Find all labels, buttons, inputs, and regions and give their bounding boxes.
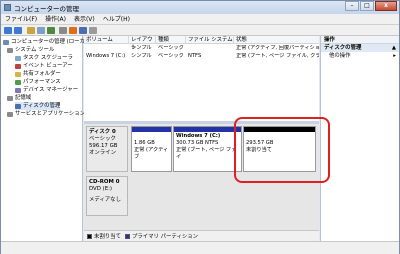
volume-name: Windows 7 (C:) — [86, 53, 126, 59]
col-layout[interactable]: レイアウト — [129, 36, 156, 51]
collapse-icon: ▲ — [391, 45, 396, 51]
back-icon[interactable] — [4, 27, 12, 34]
shared-folder-icon — [15, 71, 21, 77]
scheduler-icon — [15, 55, 21, 61]
services-icon — [7, 111, 13, 117]
submenu-arrow-icon: ▸ — [393, 53, 396, 59]
close-button[interactable]: x — [375, 1, 397, 11]
volume-status: 正常 (アクティブ, 回復パーティション) — [236, 45, 319, 51]
legend-primary: プライマリ パーティション — [124, 232, 198, 240]
menu-bar: ファイル(F) 操作(A) 表示(V) ヘルプ(H) — [1, 14, 399, 25]
delete-icon[interactable] — [69, 27, 77, 34]
volume-row[interactable]: シンプル ベーシック 正常 (アクティブ, 回復パーティション) — [84, 45, 319, 52]
computer-icon — [3, 39, 9, 45]
highlight-annotation — [234, 117, 330, 183]
col-status[interactable]: 状態 — [234, 36, 319, 44]
menu-action[interactable]: 操作(A) — [41, 14, 70, 24]
partition-size: 300.73 GB NTFS — [176, 140, 219, 146]
tree-device-manager[interactable]: デバイス マネージャー — [15, 86, 78, 94]
actions-header: 操作 — [321, 36, 399, 44]
partition-status: 正常 (アクティブ — [134, 147, 169, 160]
disk-type: ベーシック — [89, 136, 116, 142]
col-filesystem[interactable]: ファイル システム — [186, 36, 234, 44]
disk-size: 596.17 GB — [89, 143, 118, 149]
legend: 未割り当て プライマリ パーティション — [84, 230, 319, 241]
volume-row[interactable]: Windows 7 (C:) シンプル ベーシック NTFS 正常 (ブート, … — [84, 53, 319, 60]
legend-unallocated: 未割り当て — [87, 232, 121, 240]
minimize-button[interactable]: – — [345, 1, 359, 11]
partition-status: 正常 (ブート, ページ ファイ — [176, 147, 237, 160]
disk-management-icon — [15, 103, 21, 109]
tree-task-scheduler[interactable]: タスク スケジューラ — [15, 54, 73, 62]
tree-storage[interactable]: 記憶域 — [7, 94, 31, 102]
volume-layout: シンプル — [131, 53, 152, 59]
tree-event-viewer[interactable]: イベント ビューアー — [15, 62, 73, 70]
volume-filesystem: NTFS — [188, 53, 202, 59]
help-icon[interactable] — [47, 27, 55, 34]
partition-size: 1.86 GB — [134, 140, 155, 146]
tree-shared-folders[interactable]: 共有フォルダー — [15, 70, 61, 78]
disk-0-label[interactable]: ディスク 0 ベーシック 596.17 GB オンライン — [86, 126, 128, 172]
list-icon[interactable] — [59, 27, 67, 34]
title-bar: コンピューターの管理 – □ x — [1, 1, 399, 14]
partition-windows[interactable]: Windows 7 (C:) 300.73 GB NTFS 正常 (ブート, ペ… — [173, 126, 242, 172]
properties-icon[interactable] — [37, 27, 45, 34]
device-icon — [15, 87, 21, 93]
menu-file[interactable]: ファイル(F) — [1, 14, 41, 24]
volume-filesystem — [186, 45, 234, 52]
tools-icon — [7, 47, 13, 53]
app-window: コンピューターの管理 – □ x ファイル(F) 操作(A) 表示(V) ヘルプ… — [0, 0, 400, 254]
volume-layout: シンプル — [131, 45, 152, 51]
unallocated-swatch — [87, 234, 92, 239]
volume-list-header: ボリューム レイアウト 種類 ファイル システム 状態 — [84, 36, 319, 51]
actions-section[interactable]: ディスクの管理 ▲ — [321, 44, 399, 52]
tree-disk-management[interactable]: ディスクの管理 — [15, 102, 61, 110]
primary-swatch — [124, 234, 130, 239]
action-more[interactable]: 他の操作 ▸ — [321, 52, 399, 60]
col-type[interactable]: 種類 — [156, 36, 186, 44]
disk-name: CD-ROM 0 — [89, 179, 120, 185]
disk-icon[interactable] — [79, 27, 87, 34]
col-volume[interactable]: ボリューム — [84, 36, 129, 44]
menu-help[interactable]: ヘルプ(H) — [99, 14, 134, 24]
tree-system-tools[interactable]: システム ツール — [7, 46, 54, 54]
disk-status: オンライン — [89, 150, 116, 156]
volume-name — [84, 45, 129, 52]
grid-icon[interactable] — [89, 27, 97, 34]
performance-icon — [15, 79, 21, 85]
menu-view[interactable]: 表示(V) — [70, 14, 99, 24]
status-bar — [1, 241, 399, 254]
maximize-button[interactable]: □ — [360, 1, 374, 11]
toolbar — [1, 25, 399, 36]
navigation-tree: コンピューターの管理 (ローカル) システム ツール タスク スケジューラ イベ… — [1, 36, 92, 241]
folder-icon[interactable] — [27, 27, 35, 34]
storage-icon — [7, 95, 13, 101]
partition-title: Windows 7 (C:) — [176, 133, 221, 139]
disk-status: メディアなし — [89, 197, 121, 203]
tree-root[interactable]: コンピューターの管理 (ローカル) — [3, 38, 92, 46]
window-title: コンピューターの管理 — [14, 5, 79, 13]
tree-services-apps[interactable]: サービスとアプリケーション — [7, 110, 85, 118]
event-icon — [15, 63, 21, 69]
disk-name: ディスク 0 — [89, 129, 116, 135]
volume-type: ベーシック — [158, 45, 184, 51]
tree-performance[interactable]: パフォーマンス — [15, 78, 61, 86]
volume-status: 正常 (ブート, ページ ファイル, クラッシュ — [236, 53, 319, 59]
actions-pane: 操作 ディスクの管理 ▲ 他の操作 ▸ — [320, 36, 399, 241]
disk-type: DVD (E:) — [89, 186, 113, 192]
cdrom-0-label[interactable]: CD-ROM 0 DVD (E:) メディアなし — [86, 176, 128, 216]
partition-recovery[interactable]: 1.86 GB 正常 (アクティブ — [131, 126, 172, 172]
forward-icon[interactable] — [14, 27, 22, 34]
volume-type: ベーシック — [158, 53, 184, 59]
computer-management-icon — [4, 4, 11, 11]
